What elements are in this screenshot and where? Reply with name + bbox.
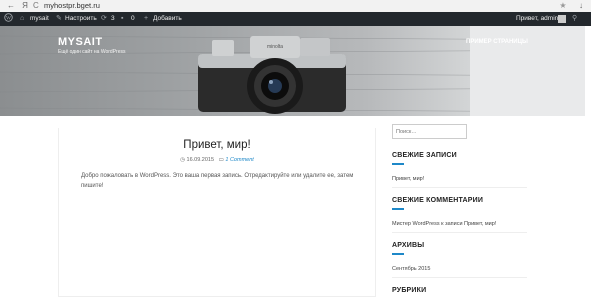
plus-icon: + (144, 15, 149, 22)
search-input[interactable] (392, 124, 467, 139)
yandex-icon[interactable]: Я (20, 0, 30, 12)
widget-underline (392, 163, 404, 165)
download-icon[interactable]: ↓ (576, 0, 586, 12)
updates-icon: ⟳ (101, 15, 107, 22)
widget-title-recent-comments: СВЕЖИЕ КОММЕНТАРИИ (392, 197, 484, 204)
recent-post-link[interactable]: Привет, мир! (392, 176, 424, 182)
widget-underline (392, 208, 404, 210)
address-bar[interactable]: myhostpr.bget.ru (44, 0, 100, 12)
updates-count[interactable]: 3 (111, 12, 115, 26)
post-content: Добро пожаловать в WordPress. Это ваша п… (81, 173, 354, 189)
reload-icon[interactable]: C (33, 0, 39, 12)
comment-icon: ▭ (218, 157, 224, 163)
post-title[interactable]: Привет, мир! (72, 139, 362, 151)
post-date[interactable]: 16.09.2015 (187, 157, 215, 163)
user-greeting[interactable]: Привет, admin (516, 12, 558, 26)
site-header: minolta MYSAIT Ещё один сайт на WordPres… (0, 26, 591, 116)
customize-link[interactable]: Настроить (65, 12, 97, 26)
divider (392, 232, 527, 233)
site-title[interactable]: MYSAIT (58, 36, 103, 48)
search-icon[interactable]: ⚲ (572, 12, 577, 26)
home-icon: ⌂ (20, 15, 25, 22)
menu-item-sample-page[interactable]: ПРИМЕР СТРАНИЦЫ (466, 39, 528, 45)
widget-title-recent-posts: СВЕЖИЕ ЗАПИСИ (392, 152, 457, 159)
site-description: Ещё один сайт на WordPress (58, 49, 126, 55)
widget-title-categories: РУБРИКИ (392, 287, 427, 294)
scrollbar[interactable] (585, 26, 591, 296)
add-new-link[interactable]: Добавить (153, 12, 182, 26)
comments-count[interactable]: 0 (131, 12, 135, 26)
avatar[interactable] (558, 15, 566, 23)
bookmark-star-icon[interactable]: ★ (558, 0, 568, 12)
archive-link[interactable]: Сентябрь 2015 (392, 266, 430, 272)
svg-text:minolta: minolta (267, 44, 283, 50)
divider (392, 187, 527, 188)
divider (392, 277, 527, 278)
post-comments-link[interactable]: 1 Comment (225, 157, 253, 163)
clock-icon: ◷ (180, 157, 185, 163)
widget-title-archives: АРХИВЫ (392, 242, 425, 249)
wordpress-logo-icon[interactable]: W (4, 12, 13, 26)
comment-icon: ▪ (121, 15, 124, 22)
widget-underline (392, 253, 404, 255)
admin-site-link[interactable]: mysait (30, 12, 49, 26)
recent-comment-link[interactable]: Мистер WordPress к записи Привет, мир! (392, 221, 496, 227)
post-meta: ◷ 16.09.2015 ▭ 1 Comment (72, 157, 362, 163)
brush-icon: ✎ (56, 15, 62, 22)
back-icon[interactable]: ← (6, 0, 16, 12)
